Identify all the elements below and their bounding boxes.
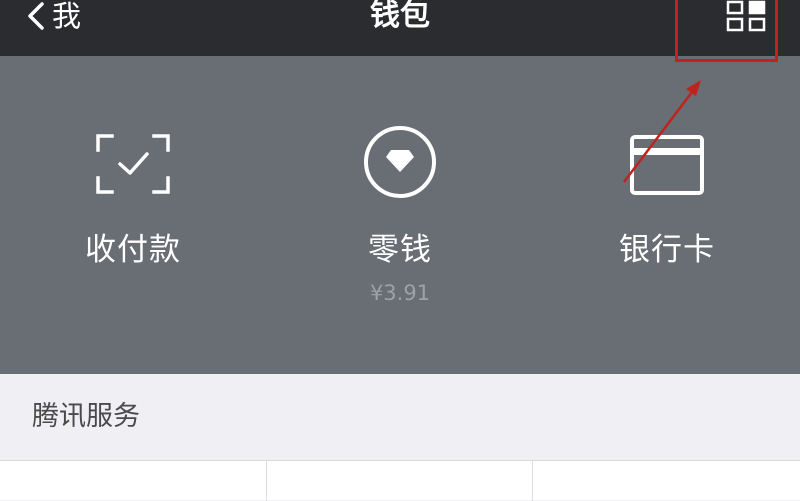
service-cell[interactable] (267, 461, 532, 501)
services-grid (0, 460, 800, 501)
bank-card-label: 银行卡 (619, 232, 715, 268)
bank-card-icon (630, 135, 704, 195)
bank-card-entry[interactable]: 银行卡 (534, 56, 800, 374)
wallet-hero-panel: 收付款 零钱 ¥3.91 银行卡 (0, 56, 800, 374)
balance-label: 零钱 (368, 232, 432, 268)
annotation-highlight-box (675, 0, 778, 62)
scan-qr-icon (96, 134, 170, 194)
services-title: 腾讯服务 (32, 401, 140, 432)
diamond-coin-icon (364, 126, 436, 198)
balance-entry[interactable]: 零钱 ¥3.91 (267, 56, 533, 374)
service-cell[interactable] (0, 461, 266, 501)
balance-amount: ¥3.91 (369, 281, 431, 305)
receive-payment-label: 收付款 (85, 232, 181, 268)
services-section-header: 腾讯服务 (0, 374, 800, 460)
service-cell[interactable] (533, 461, 800, 501)
receive-payment-entry[interactable]: 收付款 (0, 56, 266, 374)
